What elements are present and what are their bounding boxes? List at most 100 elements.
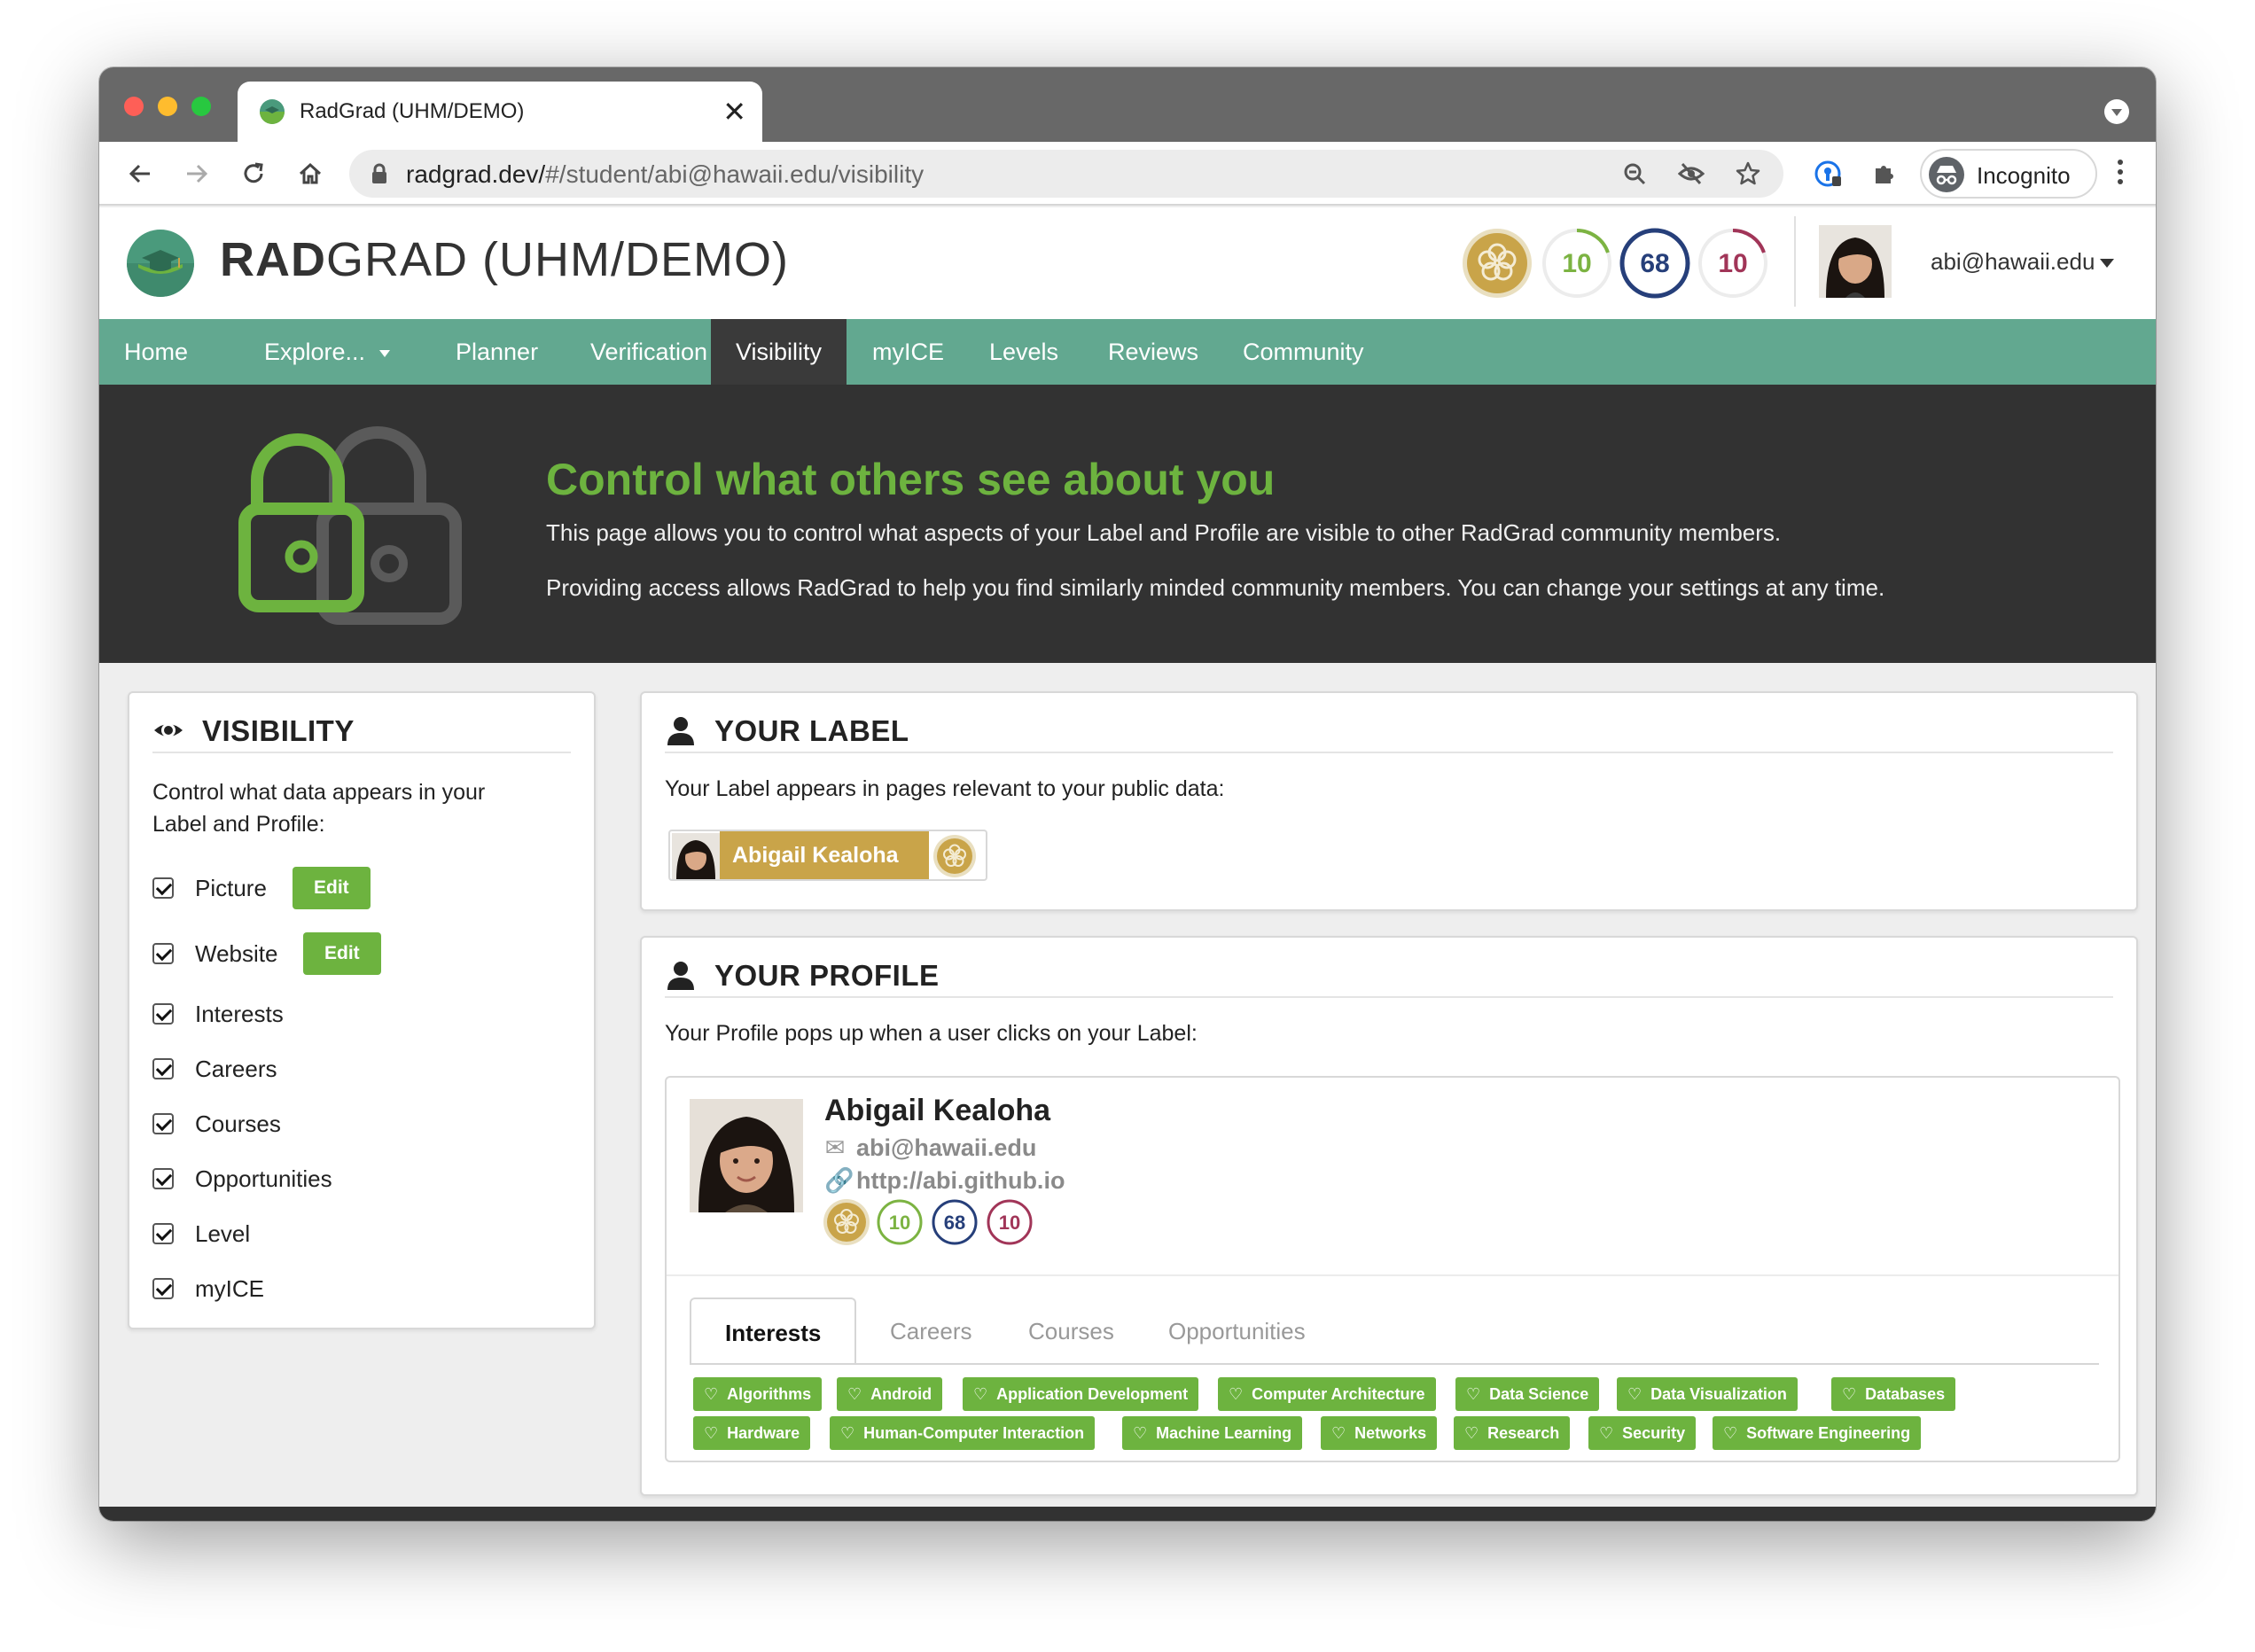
profile-experience-score: 10 [999, 1212, 1020, 1234]
back-button[interactable] [121, 154, 160, 193]
interest-pill[interactable]: ♡ Algorithms [693, 1377, 823, 1411]
edit-website-button[interactable]: Edit [303, 932, 381, 975]
website-label[interactable]: Website [195, 940, 277, 968]
myice-label[interactable]: myICE [195, 1275, 264, 1303]
interest-label: Application Development [996, 1385, 1189, 1403]
level-badge-icon[interactable] [1461, 227, 1533, 300]
interest-pill[interactable]: ♡ Application Development [963, 1377, 1199, 1411]
competency-ice-icon[interactable]: 68 [1619, 227, 1691, 300]
app-title[interactable]: RADGRAD (UHM/DEMO) [220, 232, 789, 287]
close-window-button[interactable] [124, 97, 144, 116]
interest-pill[interactable]: ♡ Machine Learning [1122, 1416, 1303, 1450]
browser-toolbar: radgrad.dev/#/student/abi@hawaii.edu/vis… [99, 142, 2156, 206]
competency-score: 68 [1640, 249, 1669, 278]
opportunities-label[interactable]: Opportunities [195, 1165, 332, 1193]
browser-menu-button[interactable] [2111, 160, 2129, 190]
extensions-button[interactable] [1865, 154, 1904, 193]
nav-home[interactable]: Home [99, 319, 213, 385]
zoom-button[interactable] [1620, 160, 1649, 188]
caret-down-icon [379, 349, 391, 357]
your-label-description: Your Label appears in pages relevant to … [665, 776, 1225, 801]
interest-pill[interactable]: ♡ Networks [1321, 1416, 1438, 1450]
profile-website[interactable]: 🔗http://abi.github.io [824, 1166, 1065, 1195]
forward-button[interactable] [177, 154, 216, 193]
nav-levels[interactable]: Levels [964, 319, 1083, 385]
interest-label: Android [870, 1385, 932, 1403]
tab-interests[interactable]: Interests [690, 1297, 857, 1365]
home-button[interactable] [291, 154, 330, 193]
opportunities-checkbox[interactable] [152, 1168, 174, 1189]
nav-visibility[interactable]: Visibility [711, 319, 847, 385]
nav-planner[interactable]: Planner [431, 319, 563, 385]
nav-explore[interactable]: Explore... [239, 319, 415, 385]
minimize-window-button[interactable] [158, 97, 177, 116]
new-tab-button[interactable]: + [690, 80, 734, 124]
website-checkbox[interactable] [152, 943, 174, 964]
interest-pill[interactable]: ♡ Hardware [693, 1416, 811, 1450]
interest-pill[interactable]: ♡ Security [1588, 1416, 1697, 1450]
nav-verification[interactable]: Verification [566, 319, 732, 385]
nav-community[interactable]: Community [1218, 319, 1389, 385]
level-checkbox[interactable] [152, 1223, 174, 1244]
your-profile-title: YOUR PROFILE [714, 959, 940, 992]
radgrad-logo-icon[interactable] [126, 229, 195, 298]
key-shield-icon [1814, 160, 1841, 187]
courses-checkbox[interactable] [152, 1113, 174, 1134]
label-avatar [672, 833, 720, 879]
label-name: Abigail Kealoha [720, 831, 929, 879]
nav-myice[interactable]: myICE [847, 319, 969, 385]
experience-ice-icon[interactable]: 10 [1697, 227, 1769, 300]
heart-icon: ♡ [840, 1424, 855, 1442]
nav-reviews[interactable]: Reviews [1083, 319, 1223, 385]
interest-pill[interactable]: ♡ Android [837, 1377, 943, 1411]
tab-search-icon[interactable] [2104, 99, 2129, 124]
tab-strip: RadGrad (UHM/DEMO) ✕ + [99, 67, 2156, 142]
heart-icon: ♡ [847, 1385, 862, 1403]
profile-email[interactable]: ✉ abi@hawaii.edu [824, 1134, 1037, 1162]
level-label[interactable]: Level [195, 1220, 250, 1248]
edit-picture-button[interactable]: Edit [293, 867, 371, 909]
interest-pill[interactable]: ♡ Software Engineering [1713, 1416, 1922, 1450]
tab-careers[interactable]: Careers [856, 1297, 1005, 1365]
interest-pill[interactable]: ♡ Data Science [1455, 1377, 1600, 1411]
arrow-left-icon [129, 164, 150, 183]
innovation-ice-icon[interactable]: 10 [1541, 227, 1613, 300]
tab-underline [690, 1363, 2099, 1365]
interest-pill[interactable]: ♡ Databases [1831, 1377, 1956, 1411]
interest-pill[interactable]: ♡ Data Visualization [1617, 1377, 1798, 1411]
picture-checkbox[interactable] [152, 877, 174, 899]
interest-pill[interactable]: ♡ Computer Architecture [1218, 1377, 1436, 1411]
careers-label[interactable]: Careers [195, 1056, 277, 1083]
user-label-chip[interactable]: Abigail Kealoha [668, 830, 987, 881]
interest-label: Data Visualization [1650, 1385, 1787, 1403]
address-bar[interactable]: radgrad.dev/#/student/abi@hawaii.edu/vis… [349, 150, 1783, 198]
star-icon [1736, 161, 1760, 185]
picture-label[interactable]: Picture [195, 875, 267, 902]
tab-opportunities[interactable]: Opportunities [1135, 1297, 1339, 1365]
incognito-label: Incognito [1977, 162, 2071, 189]
interest-pill[interactable]: ♡ Research [1454, 1416, 1571, 1450]
incognito-indicator[interactable]: Incognito [1920, 149, 2097, 199]
tracking-protection-button[interactable] [1677, 160, 1705, 188]
interests-checkbox[interactable] [152, 1003, 174, 1025]
zoom-window-button[interactable] [191, 97, 211, 116]
profile-name: Abigail Kealoha [824, 1094, 1051, 1127]
user-avatar[interactable] [1819, 225, 1892, 298]
careers-checkbox[interactable] [152, 1058, 174, 1079]
reload-button[interactable] [234, 154, 273, 193]
browser-tab-active[interactable]: RadGrad (UHM/DEMO) ✕ [238, 82, 762, 142]
tab-courses[interactable]: Courses [995, 1297, 1148, 1365]
url-text: radgrad.dev/#/student/abi@hawaii.edu/vis… [406, 160, 924, 189]
myice-checkbox[interactable] [152, 1278, 174, 1299]
incognito-icon [1929, 157, 1964, 192]
user-menu[interactable]: abi@hawaii.edu [1931, 248, 2115, 276]
profile-divider [667, 1274, 2118, 1276]
interest-pill[interactable]: ♡ Human-Computer Interaction [830, 1416, 1096, 1450]
bookmark-button[interactable] [1734, 160, 1762, 188]
hero-banner: Control what others see about you This p… [99, 385, 2156, 663]
lock-icon [372, 163, 386, 183]
courses-label[interactable]: Courses [195, 1110, 281, 1138]
password-manager-button[interactable] [1808, 154, 1847, 193]
interests-label[interactable]: Interests [195, 1001, 284, 1028]
heart-icon: ♡ [1842, 1385, 1857, 1403]
